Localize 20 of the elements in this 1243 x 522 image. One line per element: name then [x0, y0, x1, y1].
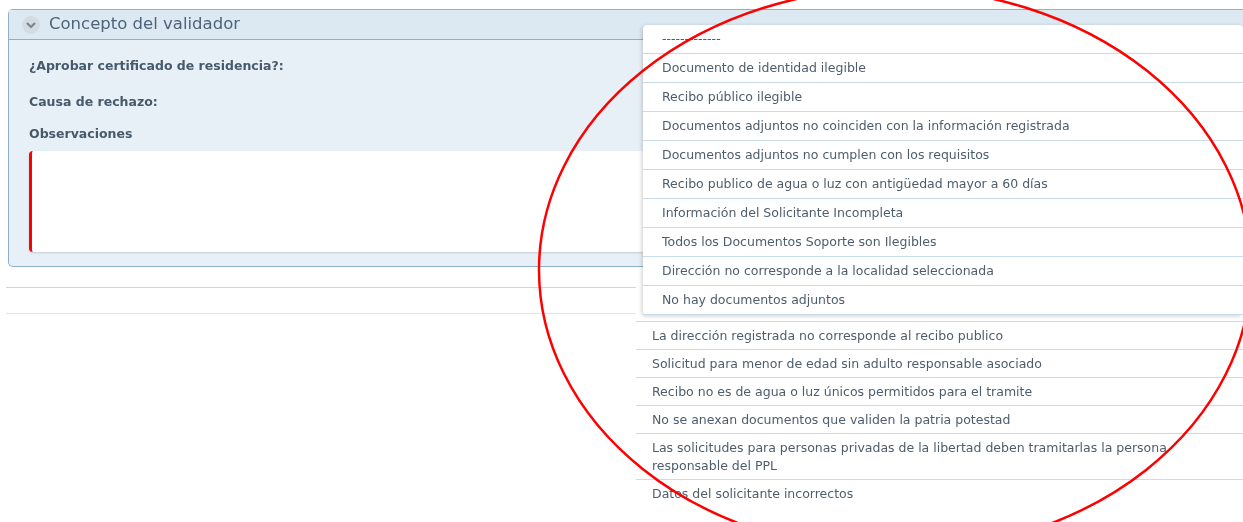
dropdown-option[interactable]: No se anexan documentos que validen la patria potestad	[636, 405, 1243, 434]
panel-title: Concepto del validador	[49, 13, 240, 36]
dropdown-option[interactable]: Documentos adjuntos no coinciden con la información registrada	[643, 112, 1243, 141]
field-label: Causa de rechazo:	[29, 92, 158, 111]
field-label: Observaciones	[29, 124, 133, 143]
dropdown-option[interactable]: La dirección registrada no corresponde al recibo publico	[636, 321, 1243, 350]
collapse-chevron-icon[interactable]	[21, 14, 41, 35]
dropdown-option[interactable]: Dirección no corresponde a la localidad seleccionada	[643, 257, 1243, 286]
dropdown-option[interactable]: Información del Solicitante Incompleta	[643, 199, 1243, 228]
dropdown-option[interactable]: -------------	[643, 25, 1243, 54]
dropdown-option[interactable]: Recibo no es de agua o luz únicos permitidos para el tramite	[636, 377, 1243, 406]
field-label: ¿Aprobar certificado de residencia?:	[29, 57, 284, 75]
dropdown-option[interactable]: Solicitud para menor de edad sin adulto responsable asociado	[636, 349, 1243, 378]
dropdown-option[interactable]: Documento de identidad ilegible	[643, 54, 1243, 83]
dropdown-option[interactable]: Recibo publico de agua o luz con antigüedad mayor a 60 días	[643, 170, 1243, 199]
dropdown-option[interactable]: Las solicitudes para personas privadas de la libertad deben tramitarlas la persona responsable del PPL	[636, 433, 1243, 480]
dropdown-option[interactable]: Documentos adjuntos no cumplen con los requisitos	[643, 141, 1243, 170]
dropdown-option[interactable]: Todos los Documentos Soporte son Ilegibles	[643, 228, 1243, 257]
dropdown-option[interactable]: Recibo público ilegible	[643, 83, 1243, 112]
dropdown-option[interactable]: No hay documentos adjuntos	[643, 286, 1243, 315]
